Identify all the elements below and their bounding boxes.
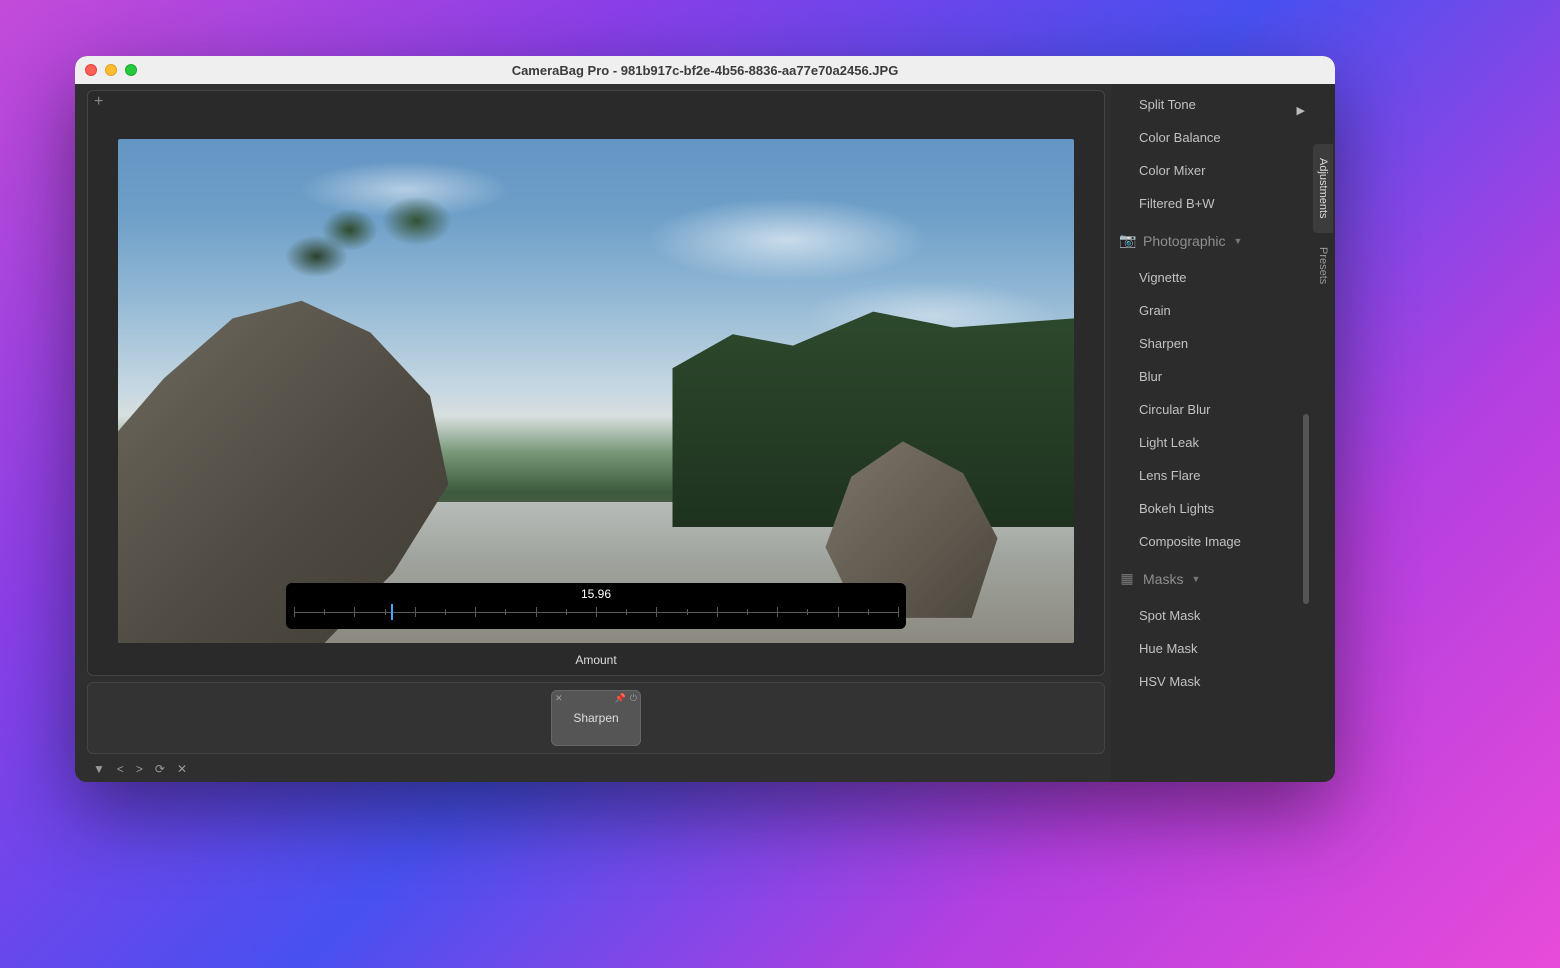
add-tab-icon[interactable]: +	[94, 93, 108, 111]
sidebar-item[interactable]: Color Balance	[1111, 121, 1311, 154]
sidebar-item[interactable]: Composite Image	[1111, 525, 1311, 558]
app-window: CameraBag Pro - 981b917c-bf2e-4b56-8836-…	[75, 56, 1335, 782]
sidebar-item[interactable]: Color Mixer	[1111, 154, 1311, 187]
bottom-toolbar: ▼ < > ⟳ ✕	[81, 760, 1111, 782]
right-tab-strip: Adjustments Presets	[1311, 84, 1335, 782]
chevron-down-icon: ▼	[1191, 574, 1200, 584]
titlebar: CameraBag Pro - 981b917c-bf2e-4b56-8836-…	[75, 56, 1335, 84]
chevron-down-icon: ▼	[1234, 236, 1243, 246]
checker-icon: ▦	[1119, 570, 1135, 587]
image-canvas[interactable]: 15.96	[118, 139, 1074, 643]
sidebar-item[interactable]: HSV Mask	[1111, 665, 1311, 698]
next-button[interactable]: >	[136, 762, 143, 776]
tab-presets[interactable]: Presets	[1313, 233, 1333, 298]
sidebar-item[interactable]: Split Tone	[1111, 88, 1311, 121]
history-dropdown-icon[interactable]: ▼	[93, 762, 105, 776]
tile-pin-icon[interactable]: 📌	[615, 693, 626, 704]
tab-adjustments[interactable]: Adjustments	[1313, 144, 1333, 233]
sidebar-item[interactable]: Sharpen	[1111, 327, 1311, 360]
adjustment-tray: ✕ 📌 ⏻ Sharpen	[87, 682, 1105, 754]
sidebar-item[interactable]: Circular Blur	[1111, 393, 1311, 426]
sidebar-group-label: Photographic	[1143, 233, 1226, 249]
sidebar-item[interactable]: Bokeh Lights	[1111, 492, 1311, 525]
sidebar-item[interactable]: Lens Flare	[1111, 459, 1311, 492]
window-title: CameraBag Pro - 981b917c-bf2e-4b56-8836-…	[75, 63, 1335, 78]
close-window-button[interactable]	[85, 64, 97, 76]
sidebar-scrollbar[interactable]	[1303, 414, 1309, 604]
sidebar-group-header[interactable]: ▦ Masks ▼	[1111, 558, 1311, 599]
camera-icon: 📷	[1119, 232, 1135, 249]
tile-label: Sharpen	[573, 711, 618, 725]
adjustments-sidebar: ▶ Split ToneColor BalanceColor MixerFilt…	[1111, 84, 1311, 782]
slider-label: Amount	[88, 653, 1104, 667]
minimize-window-button[interactable]	[105, 64, 117, 76]
sidebar-item[interactable]: Grain	[1111, 294, 1311, 327]
sidebar-item[interactable]: Filtered B+W	[1111, 187, 1311, 220]
slider-track[interactable]	[294, 603, 898, 621]
sidebar-item[interactable]: Light Leak	[1111, 426, 1311, 459]
tile-remove-icon[interactable]: ✕	[555, 693, 563, 704]
sidebar-group-header[interactable]: 📷 Photographic ▼	[1111, 220, 1311, 261]
sidebar-item[interactable]: Vignette	[1111, 261, 1311, 294]
prev-button[interactable]: <	[117, 762, 124, 776]
slider-handle[interactable]	[391, 604, 393, 620]
amount-slider[interactable]: 15.96	[286, 583, 906, 629]
sidebar-item[interactable]: Hue Mask	[1111, 632, 1311, 665]
sidebar-item[interactable]: Blur	[1111, 360, 1311, 393]
adjustment-tile-sharpen[interactable]: ✕ 📌 ⏻ Sharpen	[551, 690, 641, 746]
clear-icon[interactable]: ✕	[177, 762, 187, 776]
slider-value: 15.96	[294, 587, 898, 601]
canvas-area: + 15.96	[87, 90, 1105, 676]
sidebar-item[interactable]: Spot Mask	[1111, 599, 1311, 632]
tile-power-icon[interactable]: ⏻	[630, 693, 637, 704]
collapse-sidebar-icon[interactable]: ▶	[1297, 104, 1305, 117]
sidebar-group-label: Masks	[1143, 571, 1183, 587]
reset-icon[interactable]: ⟳	[155, 762, 165, 776]
zoom-window-button[interactable]	[125, 64, 137, 76]
